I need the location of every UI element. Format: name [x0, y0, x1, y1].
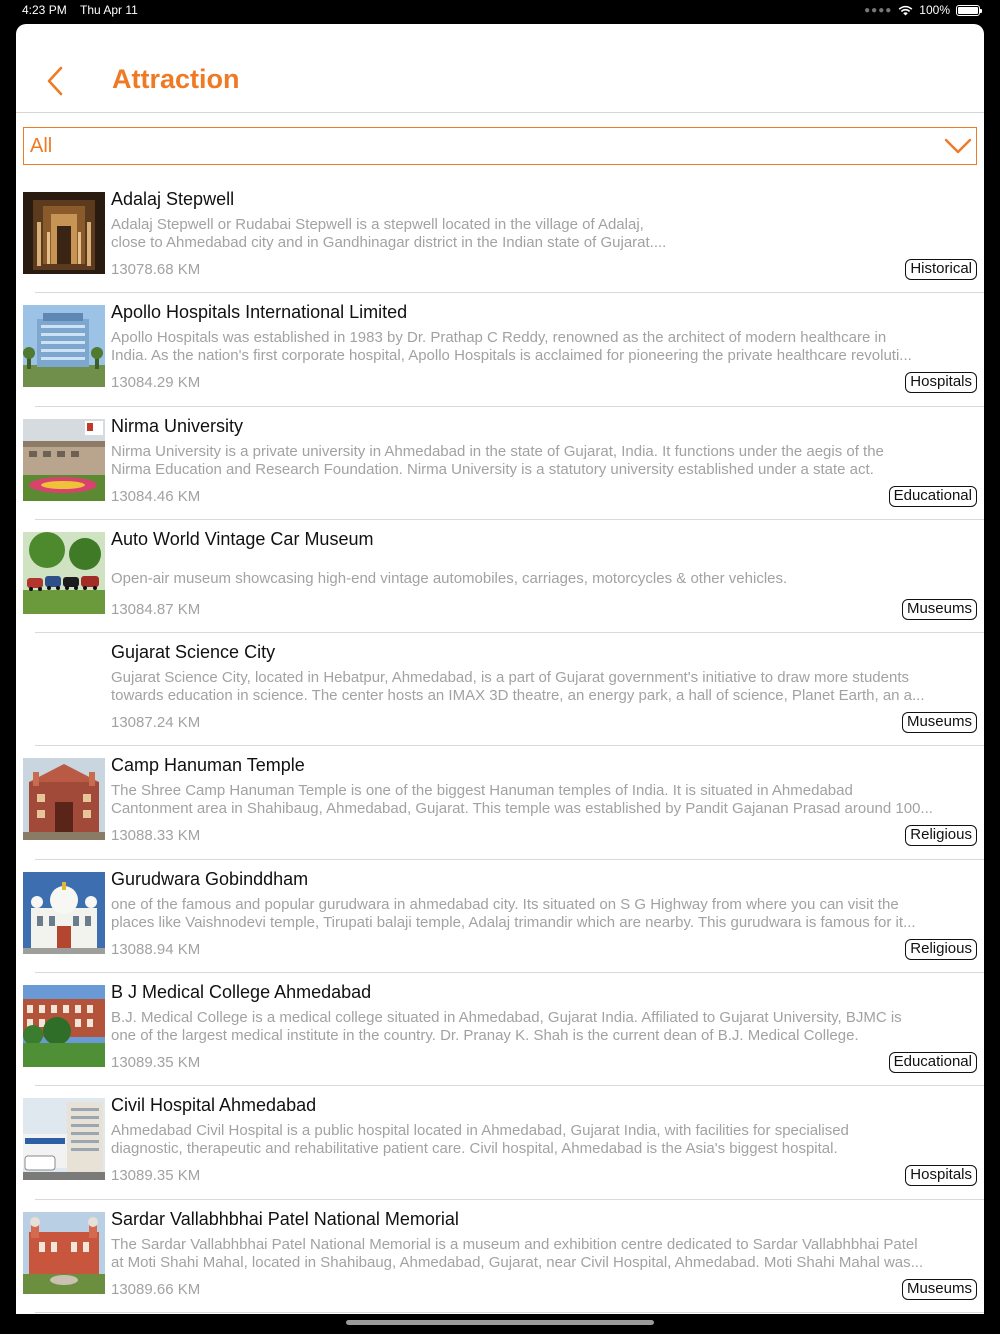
wifi-icon — [898, 5, 913, 15]
attraction-item-gurudwara-gobinddham[interactable]: Gurudwara Gobinddham one of the famous a… — [16, 860, 984, 974]
attraction-thumbnail — [23, 1098, 105, 1181]
category-badge: Hospitals — [905, 1165, 977, 1187]
attraction-thumbnail — [23, 871, 105, 954]
attraction-description: The Sardar Vallabhbhai Patel National Me… — [111, 1235, 924, 1271]
battery-icon — [956, 4, 982, 16]
filter-selected-value: All — [30, 135, 53, 157]
status-indicators: ●●●● 100% — [864, 3, 982, 17]
attraction-distance: 13089.35 KM — [111, 1054, 201, 1072]
attraction-name: Sardar Vallabhbhai Patel National Memori… — [111, 1208, 459, 1229]
status-time: 4:23 PM — [22, 3, 67, 17]
attraction-description: Apollo Hospitals was established in 1983… — [111, 329, 912, 365]
attraction-distance: 13087.24 KM — [111, 714, 201, 732]
category-badge: Museums — [901, 712, 977, 734]
attraction-name: Camp Hanuman Temple — [111, 755, 305, 776]
attraction-name: Civil Hospital Ahmedabad — [111, 1095, 317, 1116]
attraction-thumbnail — [23, 192, 105, 274]
attraction-name: Gujarat Science City — [111, 642, 276, 663]
attraction-description: Nirma University is a private university… — [111, 442, 884, 478]
attraction-screen: Attraction All Adalaj Stepwell Adalaj St… — [16, 24, 984, 1314]
signal-icon: ●●●● — [864, 4, 893, 16]
battery-percent: 100% — [919, 3, 950, 17]
attraction-list: Adalaj Stepwell Adalaj Stepwell or Rudab… — [16, 180, 984, 1313]
category-badge: Religious — [905, 938, 977, 960]
attraction-name: Adalaj Stepwell — [111, 189, 235, 209]
status-bar: 4:23 PM Thu Apr 11 ●●●● 100% — [0, 0, 1000, 22]
attraction-description: B.J. Medical College is a medical colleg… — [111, 1009, 902, 1045]
category-badge: Religious — [905, 825, 977, 847]
attraction-name: Auto World Vintage Car Museum — [111, 528, 374, 549]
category-badge: Educational — [888, 485, 977, 507]
back-button[interactable] — [42, 64, 68, 98]
attraction-thumbnail — [23, 1211, 105, 1294]
attraction-item-sardar-patel-memorial[interactable]: Sardar Vallabhbhai Patel National Memori… — [16, 1200, 984, 1313]
attraction-thumbnail — [23, 418, 105, 501]
attraction-name: Gurudwara Gobinddham — [111, 868, 309, 889]
attraction-description: Adalaj Stepwell or Rudabai Stepwell is a… — [111, 216, 667, 251]
attraction-thumbnail — [23, 531, 105, 614]
attraction-description: Gujarat Science City, located in Hebatpu… — [111, 669, 925, 705]
attraction-description: one of the famous and popular gurudwara … — [111, 895, 916, 931]
attraction-distance: 13084.46 KM — [111, 487, 201, 505]
category-badge: Museums — [901, 1278, 977, 1300]
chevron-down-icon — [944, 138, 972, 154]
attraction-distance: 13078.68 KM — [111, 261, 201, 278]
attraction-item-gujarat-science-city[interactable]: Gujarat Science City Gujarat Science Cit… — [16, 633, 984, 747]
category-badge: Museums — [901, 598, 977, 620]
attraction-thumbnail — [23, 645, 105, 727]
category-badge: Educational — [888, 1052, 977, 1074]
row-divider — [35, 1311, 984, 1313]
attraction-distance: 13088.33 KM — [111, 827, 201, 845]
page-title: Attraction — [112, 64, 240, 94]
attraction-item-civil-hospital[interactable]: Civil Hospital Ahmedabad Ahmedabad Civil… — [16, 1086, 984, 1200]
attraction-description: The Shree Camp Hanuman Temple is one of … — [111, 782, 933, 818]
attraction-thumbnail — [23, 758, 105, 841]
status-date: Thu Apr 11 — [80, 3, 138, 17]
attraction-distance: 13088.94 KM — [111, 940, 201, 958]
attraction-distance: 13089.35 KM — [111, 1167, 201, 1185]
attraction-item-camp-hanuman-temple[interactable]: Camp Hanuman Temple The Shree Camp Hanum… — [16, 746, 984, 860]
category-badge: Hospitals — [905, 372, 977, 394]
attraction-distance: 13089.66 KM — [111, 1280, 201, 1298]
attraction-item-apollo-hospitals[interactable]: Apollo Hospitals International Limited A… — [16, 293, 984, 407]
attraction-name: Nirma University — [111, 415, 244, 436]
category-badge: Historical — [905, 259, 977, 280]
attraction-description: Ahmedabad Civil Hospital is a public hos… — [111, 1122, 849, 1158]
home-indicator[interactable] — [346, 1320, 654, 1325]
attraction-item-bj-medical-college[interactable]: B J Medical College Ahmedabad B.J. Medic… — [16, 973, 984, 1087]
attraction-description: Open-air museum showcasing high-end vint… — [111, 569, 788, 587]
attraction-thumbnail — [23, 305, 105, 388]
attraction-distance: 13084.29 KM — [111, 374, 201, 392]
attraction-name: B J Medical College Ahmedabad — [111, 982, 372, 1003]
attraction-item-auto-world-museum[interactable]: Auto World Vintage Car Museum Open-air m… — [16, 520, 984, 634]
navigation-header: Attraction — [16, 24, 984, 113]
chevron-left-icon — [47, 66, 63, 96]
attraction-item-nirma-university[interactable]: Nirma University Nirma University is a p… — [16, 407, 984, 520]
attraction-distance: 13084.87 KM — [111, 600, 201, 618]
category-filter-dropdown[interactable]: All — [23, 127, 977, 165]
attraction-thumbnail — [23, 985, 105, 1068]
attraction-item-adalaj-stepwell[interactable]: Adalaj Stepwell Adalaj Stepwell or Rudab… — [16, 180, 984, 294]
attraction-name: Apollo Hospitals International Limited — [111, 302, 408, 323]
